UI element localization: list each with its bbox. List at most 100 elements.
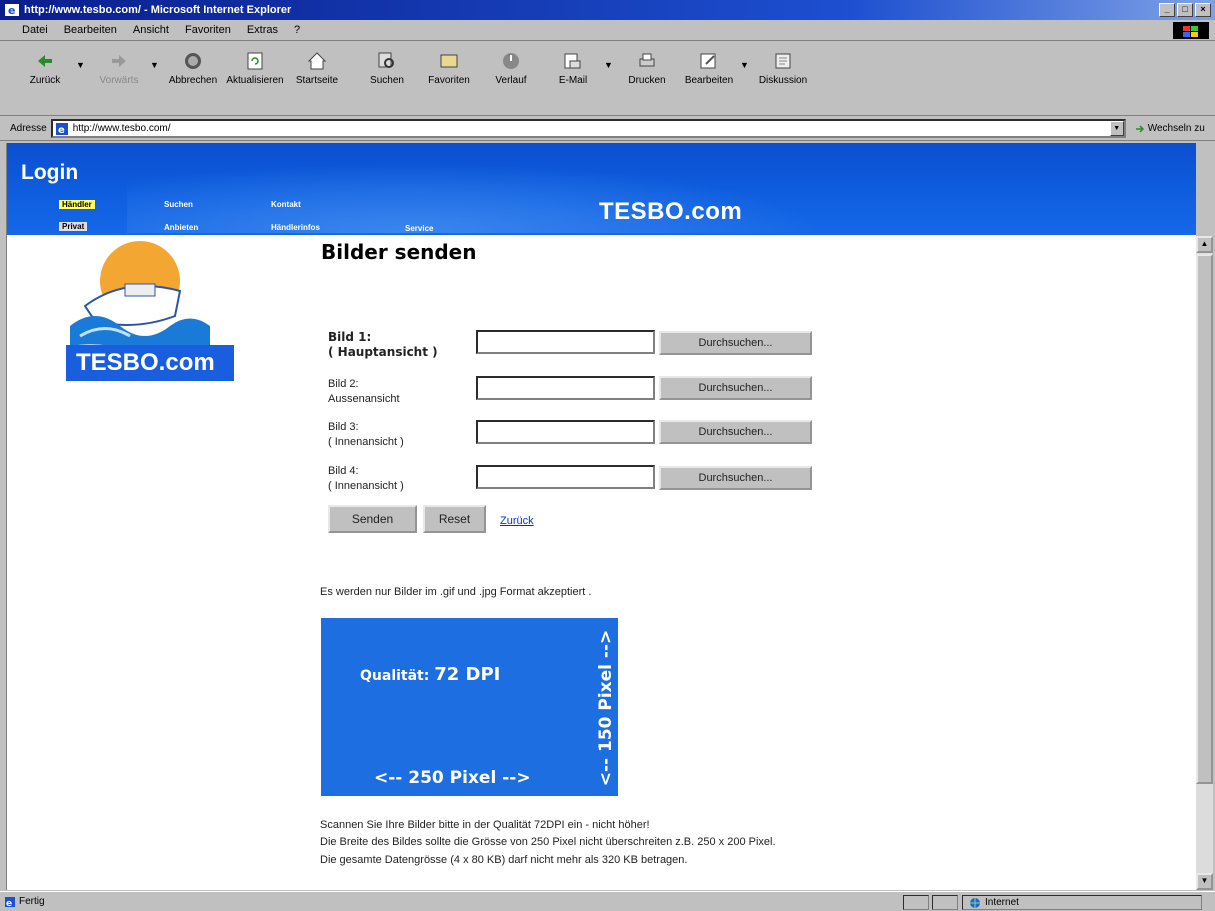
nav-suchen[interactable]: Suchen bbox=[164, 200, 193, 209]
row3-label: Bild 3:( Innenansicht ) bbox=[328, 421, 404, 448]
nav-service[interactable]: Service bbox=[405, 224, 433, 233]
ie-icon: e bbox=[5, 4, 19, 17]
forward-dropdown-icon[interactable]: ▼ bbox=[150, 50, 162, 70]
status-text: e Fertig bbox=[5, 896, 45, 908]
go-button[interactable]: Wechseln zu bbox=[1134, 123, 1205, 135]
back-dropdown-icon[interactable]: ▼ bbox=[76, 50, 88, 70]
discuss-button[interactable]: Diskussion bbox=[752, 50, 814, 86]
window-titlebar: e http://www.tesbo.com/ - Microsoft Inte… bbox=[0, 0, 1215, 20]
nav-privat[interactable]: Privat bbox=[59, 222, 88, 231]
scroll-up-icon[interactable]: ▲ bbox=[1196, 236, 1213, 253]
svg-text:e: e bbox=[6, 899, 12, 908]
status-cell-2 bbox=[932, 895, 958, 910]
discussion-icon bbox=[775, 53, 791, 69]
edit-dropdown-icon[interactable]: ▼ bbox=[740, 50, 752, 70]
security-zone: Internet bbox=[962, 895, 1202, 910]
info-line-1: Scannen Sie Ihre Bilder bitte in der Qua… bbox=[320, 819, 650, 831]
address-input[interactable]: e http://www.tesbo.com/ ▼ bbox=[50, 119, 1126, 138]
close-button[interactable]: × bbox=[1195, 3, 1211, 17]
maximize-button[interactable]: □ bbox=[1177, 3, 1193, 17]
svg-text:e: e bbox=[8, 4, 15, 17]
status-cell-1 bbox=[903, 895, 929, 910]
site-banner: Login Händler Privat Suchen Anbieten Kon… bbox=[7, 143, 1196, 235]
nav-haendler[interactable]: Händler bbox=[59, 200, 95, 209]
toolbar: Zurück ▼ Vorwärts ▼ Abbrechen Aktualisie… bbox=[0, 42, 1215, 116]
menubar: Datei Bearbeiten Ansicht Favoriten Extra… bbox=[0, 20, 1215, 41]
width-label: <-- 250 Pixel --> bbox=[374, 768, 531, 788]
reset-button[interactable]: Reset bbox=[423, 505, 486, 533]
page-title: Bilder senden bbox=[321, 240, 477, 264]
stop-icon bbox=[185, 53, 201, 69]
search-icon bbox=[378, 52, 394, 68]
home-button[interactable]: Startseite bbox=[286, 50, 348, 86]
image-dimension-graphic: Qualität: 72 DPI <-- 250 Pixel --> <-- 1… bbox=[321, 618, 618, 796]
info-line-2: Die Breite des Bildes sollte die Grösse … bbox=[320, 836, 776, 848]
image4-file-input[interactable] bbox=[476, 465, 655, 489]
windows-logo-icon bbox=[1173, 22, 1209, 39]
printer-icon bbox=[639, 53, 655, 67]
vertical-scrollbar[interactable]: ▲ ▼ bbox=[1196, 236, 1213, 890]
banner-brand: TESBO.com bbox=[599, 198, 743, 225]
menu-ansicht[interactable]: Ansicht bbox=[125, 24, 177, 36]
search-button[interactable]: Suchen bbox=[356, 50, 418, 86]
favorites-icon bbox=[440, 54, 458, 68]
back-button[interactable]: Zurück bbox=[14, 50, 76, 86]
mail-button[interactable]: E-Mail bbox=[542, 50, 604, 86]
history-icon bbox=[503, 53, 519, 69]
back-arrow-icon bbox=[38, 55, 52, 67]
address-label: Adresse bbox=[10, 123, 47, 134]
refresh-button[interactable]: Aktualisieren bbox=[224, 50, 286, 86]
format-note: Es werden nur Bilder im .gif und .jpg Fo… bbox=[320, 586, 592, 598]
back-link[interactable]: Zurück bbox=[500, 515, 534, 527]
row1-label: Bild 1:( Hauptansicht ) bbox=[328, 330, 438, 359]
image2-file-input[interactable] bbox=[476, 376, 655, 400]
page-done-icon: e bbox=[5, 896, 15, 908]
scroll-down-icon[interactable]: ▼ bbox=[1196, 873, 1213, 890]
address-url: http://www.tesbo.com/ bbox=[72, 123, 171, 134]
image4-browse-button[interactable]: Durchsuchen... bbox=[659, 466, 812, 490]
image1-file-input[interactable] bbox=[476, 330, 655, 354]
quality-label: Qualität: 72 DPI bbox=[360, 664, 501, 685]
image3-file-input[interactable] bbox=[476, 420, 655, 444]
send-button[interactable]: Senden bbox=[328, 505, 417, 533]
forward-button[interactable]: Vorwärts bbox=[88, 50, 150, 86]
menu-help[interactable]: ? bbox=[286, 24, 308, 36]
globe-icon bbox=[970, 897, 980, 908]
forward-arrow-icon bbox=[112, 55, 126, 67]
scroll-thumb[interactable] bbox=[1196, 254, 1213, 784]
nav-anbieten[interactable]: Anbieten bbox=[164, 223, 198, 232]
refresh-icon bbox=[247, 52, 263, 70]
info-line-3: Die gesamte Datengrösse (4 x 80 KB) darf… bbox=[320, 854, 688, 866]
menu-favoriten[interactable]: Favoriten bbox=[177, 24, 239, 36]
minimize-button[interactable]: _ bbox=[1159, 3, 1175, 17]
row4-label: Bild 4:( Innenansicht ) bbox=[328, 465, 404, 492]
mail-icon bbox=[564, 53, 581, 69]
edit-button[interactable]: Bearbeiten bbox=[678, 50, 740, 86]
print-button[interactable]: Drucken bbox=[616, 50, 678, 86]
page-viewport: Login Händler Privat Suchen Anbieten Kon… bbox=[6, 143, 1196, 890]
login-title: Login bbox=[21, 161, 79, 184]
address-dropdown-icon[interactable]: ▼ bbox=[1109, 121, 1124, 136]
height-label: <-- 150 Pixel --> bbox=[596, 629, 616, 787]
address-bar: Adresse e http://www.tesbo.com/ ▼ Wechse… bbox=[0, 117, 1215, 141]
menu-datei[interactable]: Datei bbox=[14, 24, 56, 36]
svg-text:e: e bbox=[58, 125, 65, 136]
stop-button[interactable]: Abbrechen bbox=[162, 50, 224, 86]
image3-browse-button[interactable]: Durchsuchen... bbox=[659, 420, 812, 444]
status-bar: e Fertig Internet bbox=[0, 891, 1215, 911]
mail-dropdown-icon[interactable]: ▼ bbox=[604, 50, 616, 70]
window-title: http://www.tesbo.com/ - Microsoft Intern… bbox=[24, 4, 292, 16]
logo-text: TESBO.com bbox=[66, 345, 234, 381]
image2-browse-button[interactable]: Durchsuchen... bbox=[659, 376, 812, 400]
go-arrow-icon bbox=[1135, 124, 1144, 133]
nav-kontakt[interactable]: Kontakt bbox=[271, 200, 301, 209]
edit-icon bbox=[700, 53, 716, 69]
image1-browse-button[interactable]: Durchsuchen... bbox=[659, 331, 812, 355]
home-icon bbox=[307, 52, 327, 70]
menu-extras[interactable]: Extras bbox=[239, 24, 286, 36]
row2-label: Bild 2: Aussenansicht bbox=[328, 378, 400, 405]
favorites-button[interactable]: Favoriten bbox=[418, 50, 480, 86]
nav-haendlerinfos[interactable]: Händlerinfos bbox=[271, 223, 320, 232]
history-button[interactable]: Verlauf bbox=[480, 50, 542, 86]
menu-bearbeiten[interactable]: Bearbeiten bbox=[56, 24, 125, 36]
